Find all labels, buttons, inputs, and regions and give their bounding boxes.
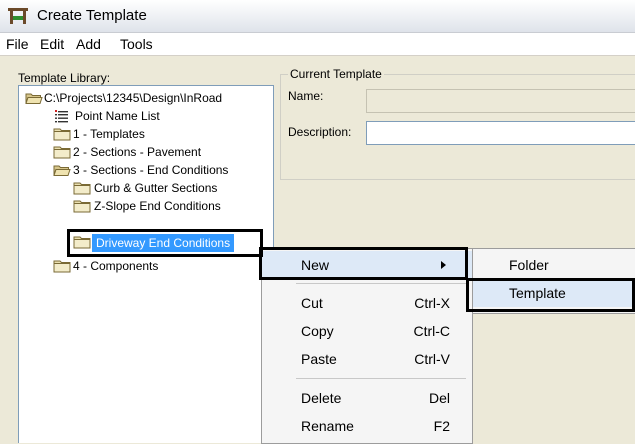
menu-item-shortcut: Ctrl-C <box>413 323 450 339</box>
window-title: Create Template <box>37 7 147 24</box>
menu-item-label: Template <box>509 285 566 301</box>
context-menu-new[interactable]: New <box>262 251 472 279</box>
tree-item-label: C:\Projects\12345\Design\InRoad <box>44 91 223 105</box>
menu-item-label: New <box>301 257 330 273</box>
description-field[interactable] <box>366 121 635 145</box>
submenu-arrow-icon <box>441 261 446 269</box>
folder-icon <box>73 236 91 249</box>
name-label: Name: <box>288 89 324 103</box>
context-menu-rename[interactable]: Rename F2 <box>262 412 472 440</box>
menu-edit[interactable]: Edit <box>40 36 64 52</box>
title-bar: Create Template <box>0 0 635 33</box>
tree-item-root[interactable]: C:\Projects\12345\Design\InRoad <box>25 91 273 107</box>
tree-item-label: Z-Slope End Conditions <box>94 199 221 213</box>
tree-item-z-slope-end-conditions[interactable]: Z-Slope End Conditions <box>73 199 263 215</box>
new-submenu: Folder Template <box>472 248 635 314</box>
context-menu-paste[interactable]: Paste Ctrl-V <box>262 345 472 373</box>
tree-item-driveway-end-conditions[interactable]: Driveway End Conditions <box>73 234 263 252</box>
tree-item-curb-gutter-sections[interactable]: Curb & Gutter Sections <box>73 181 263 197</box>
menu-file[interactable]: File <box>6 36 29 52</box>
context-menu-copy[interactable]: Copy Ctrl-C <box>262 317 472 345</box>
menu-item-label: Folder <box>509 257 549 273</box>
folder-icon <box>53 128 71 141</box>
menu-separator <box>296 283 466 284</box>
menu-bar: File Edit Add Tools <box>0 33 635 56</box>
context-menu-delete[interactable]: Delete Del <box>262 384 472 412</box>
menu-add[interactable]: Add <box>76 36 101 52</box>
tree-item-label-selected: Driveway End Conditions <box>92 234 235 252</box>
submenu-template[interactable]: Template <box>473 279 635 307</box>
menu-item-label: Rename <box>301 418 354 434</box>
open-folder-icon <box>25 93 43 104</box>
tree-item-sections-end-conditions[interactable]: 3 - Sections - End Conditions <box>53 163 268 179</box>
tree-item-label: 1 - Templates <box>73 127 145 141</box>
tree-item-label: Point Name List <box>75 109 160 123</box>
tree-item-sections-pavement[interactable]: 2 - Sections - Pavement <box>53 145 268 161</box>
folder-icon <box>53 260 71 273</box>
menu-item-shortcut: F2 <box>433 418 450 434</box>
tree-item-components[interactable]: 4 - Components <box>53 259 263 275</box>
app-icon <box>8 8 28 24</box>
folder-icon <box>73 182 91 195</box>
menu-item-label: Paste <box>301 351 337 367</box>
tree-item-label: 4 - Components <box>73 259 159 273</box>
description-label: Description: <box>288 125 352 139</box>
menu-separator <box>296 378 466 379</box>
context-menu-cut[interactable]: Cut Ctrl-X <box>262 289 472 317</box>
tree-item-point-name-list[interactable]: Point Name List <box>55 109 255 125</box>
menu-item-shortcut: Ctrl-V <box>414 351 450 367</box>
tree-item-label: Curb & Gutter Sections <box>94 181 218 195</box>
menu-item-label: Delete <box>301 390 342 406</box>
current-template-legend: Current Template <box>288 67 384 81</box>
list-icon <box>55 110 68 123</box>
menu-item-label: Cut <box>301 295 323 311</box>
folder-icon <box>53 146 71 159</box>
menu-tools[interactable]: Tools <box>120 36 153 52</box>
open-folder-icon <box>53 165 71 176</box>
template-library-tree[interactable]: C:\Projects\12345\Design\InRoad Point Na… <box>18 85 274 443</box>
tree-item-label: 2 - Sections - Pavement <box>73 145 202 159</box>
menu-item-shortcut: Ctrl-X <box>414 295 450 311</box>
template-library-label: Template Library: <box>18 71 111 85</box>
name-field[interactable] <box>366 89 635 113</box>
tree-item-templates[interactable]: 1 - Templates <box>53 127 263 143</box>
submenu-folder[interactable]: Folder <box>473 251 635 279</box>
context-menu: New Cut Ctrl-X Copy Ctrl-C Paste Ctrl-V … <box>261 248 473 444</box>
tree-item-label: 3 - Sections - End Conditions <box>73 163 229 177</box>
folder-icon <box>73 200 91 213</box>
menu-item-shortcut: Del <box>428 390 450 406</box>
menu-item-label: Copy <box>301 323 334 339</box>
